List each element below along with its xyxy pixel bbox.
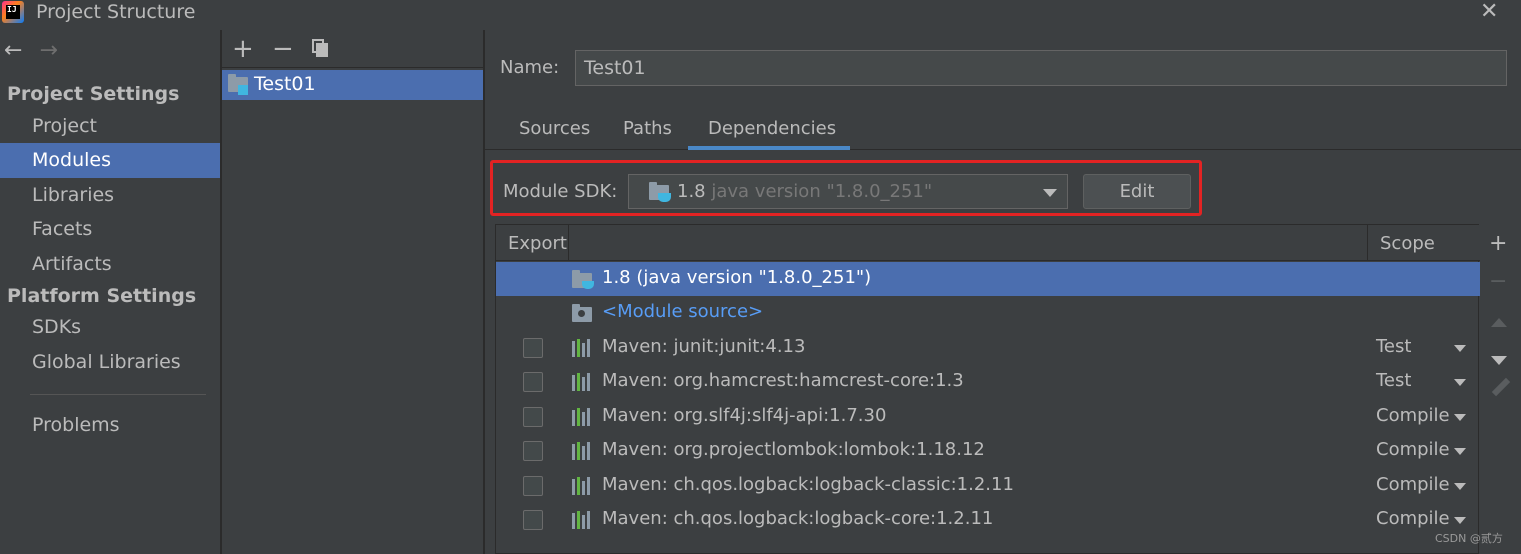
sidebar-item-project[interactable]: Project xyxy=(0,109,220,144)
table-row[interactable]: Maven: ch.qos.logback:logback-classic:1.… xyxy=(496,469,1480,503)
maven-library-icon xyxy=(572,442,592,460)
intellij-logo-icon: IJ xyxy=(2,1,24,23)
chevron-down-icon[interactable] xyxy=(1454,483,1466,490)
modules-toolbar: + − xyxy=(222,30,483,68)
sidebar-item-facets[interactable]: Facets xyxy=(0,212,220,247)
source-dot xyxy=(578,310,585,317)
sidebar-item-sdks[interactable]: SDKs xyxy=(0,310,220,345)
column-export[interactable]: Export xyxy=(508,233,567,254)
dependency-name: Maven: org.hamcrest:hamcrest-core:1.3 xyxy=(602,370,964,391)
back-arrow-icon[interactable]: ← xyxy=(4,38,22,63)
java-cup-icon xyxy=(582,281,594,289)
export-checkbox[interactable] xyxy=(523,338,543,358)
move-down-icon[interactable] xyxy=(1491,356,1507,365)
tab-sources[interactable]: Sources xyxy=(519,118,590,139)
scope-value[interactable]: Test xyxy=(1376,370,1411,391)
tab-dependencies[interactable]: Dependencies xyxy=(708,118,836,139)
dependency-name: Maven: ch.qos.logback:logback-classic:1.… xyxy=(602,474,1014,495)
project-settings-heading: Project Settings xyxy=(7,83,180,105)
watermark: CSDN @贰方 xyxy=(1435,532,1503,545)
table-row[interactable]: Maven: junit:junit:4.13 Test xyxy=(496,331,1480,365)
maven-library-icon xyxy=(572,477,592,495)
dependencies-table: Export Scope 1.8 (java version "1.8.0_25… xyxy=(495,224,1480,554)
maven-library-icon xyxy=(572,373,592,391)
table-row[interactable]: <Module source> xyxy=(496,296,1480,330)
copy-icon[interactable] xyxy=(312,39,328,57)
table-row[interactable]: Maven: org.hamcrest:hamcrest-core:1.3 Te… xyxy=(496,365,1480,399)
table-row[interactable]: Maven: org.projectlombok:lombok:1.18.12 … xyxy=(496,434,1480,468)
scope-value[interactable]: Compile xyxy=(1376,474,1450,495)
sidebar-item-artifacts[interactable]: Artifacts xyxy=(0,247,220,282)
scope-value[interactable]: Compile xyxy=(1376,439,1450,460)
nav-arrows: ← → xyxy=(4,38,70,64)
export-checkbox[interactable] xyxy=(523,372,543,392)
remove-dependency-icon[interactable]: − xyxy=(1489,270,1507,294)
table-row[interactable]: 1.8 (java version "1.8.0_251") xyxy=(496,262,1480,296)
dependency-name: Maven: junit:junit:4.13 xyxy=(602,336,806,357)
chevron-down-icon xyxy=(1043,189,1057,197)
module-editor: Name: Test01 Sources Paths Dependencies … xyxy=(485,30,1521,554)
export-checkbox[interactable] xyxy=(523,476,543,496)
sidebar-item-global-libraries[interactable]: Global Libraries xyxy=(0,345,220,380)
forward-arrow-icon[interactable]: → xyxy=(40,38,58,63)
module-sdk-dropdown[interactable]: 1.8 java version "1.8.0_251" xyxy=(628,174,1068,209)
edit-sdk-button[interactable]: Edit xyxy=(1083,174,1191,209)
sdk-name: 1.8 xyxy=(677,181,712,202)
window-title: Project Structure xyxy=(36,1,196,23)
dependency-name: Maven: org.projectlombok:lombok:1.18.12 xyxy=(602,439,985,460)
chevron-down-icon[interactable] xyxy=(1454,379,1466,386)
sdk-detail: java version "1.8.0_251" xyxy=(711,181,933,202)
module-tabs: Sources Paths Dependencies xyxy=(485,108,1521,150)
module-badge-icon xyxy=(238,85,248,95)
dependency-name: Maven: ch.qos.logback:logback-core:1.2.1… xyxy=(602,508,994,529)
module-item-test01[interactable]: Test01 xyxy=(222,70,483,100)
name-label: Name: xyxy=(500,57,560,78)
chevron-down-icon[interactable] xyxy=(1454,414,1466,421)
export-checkbox[interactable] xyxy=(523,441,543,461)
scope-value[interactable]: Compile xyxy=(1376,405,1450,426)
dependency-name: 1.8 (java version "1.8.0_251") xyxy=(602,267,872,288)
add-dependency-icon[interactable]: + xyxy=(1489,232,1507,256)
scope-value[interactable]: Compile xyxy=(1376,508,1450,529)
module-name: Test01 xyxy=(254,73,316,95)
remove-icon[interactable]: − xyxy=(272,34,294,64)
close-icon[interactable]: ✕ xyxy=(1480,0,1498,24)
table-row[interactable]: Maven: org.slf4j:slf4j-api:1.7.30 Compil… xyxy=(496,400,1480,434)
column-divider xyxy=(568,225,569,261)
chevron-down-icon[interactable] xyxy=(1454,448,1466,455)
maven-library-icon xyxy=(572,339,592,357)
sidebar: ← → Project Settings Project Modules Lib… xyxy=(0,30,220,554)
move-up-icon[interactable] xyxy=(1491,318,1507,327)
export-checkbox[interactable] xyxy=(523,407,543,427)
module-name-input[interactable]: Test01 xyxy=(575,50,1507,86)
scope-value[interactable]: Test xyxy=(1376,336,1411,357)
sidebar-item-modules[interactable]: Modules xyxy=(0,143,220,178)
platform-settings-heading: Platform Settings xyxy=(7,285,197,307)
sidebar-item-libraries[interactable]: Libraries xyxy=(0,178,220,213)
add-icon[interactable]: + xyxy=(232,34,254,64)
column-divider xyxy=(1367,225,1368,261)
table-actions: + − xyxy=(1481,224,1521,554)
export-checkbox[interactable] xyxy=(523,510,543,530)
chevron-down-icon[interactable] xyxy=(1454,345,1466,352)
table-header: Export Scope xyxy=(496,225,1480,261)
table-row[interactable]: Maven: ch.qos.logback:logback-core:1.2.1… xyxy=(496,503,1480,537)
edit-pencil-icon[interactable] xyxy=(1491,377,1511,397)
column-scope[interactable]: Scope xyxy=(1380,233,1435,254)
tab-paths[interactable]: Paths xyxy=(623,118,672,139)
chevron-down-icon[interactable] xyxy=(1454,517,1466,524)
sidebar-divider xyxy=(30,394,206,395)
dependency-name: <Module source> xyxy=(602,301,764,322)
maven-library-icon xyxy=(572,511,592,529)
modules-panel: + − Test01 xyxy=(222,30,483,554)
title-bar: IJ Project Structure ✕ xyxy=(0,0,1521,26)
java-cup-icon xyxy=(658,193,671,202)
toolbar-divider xyxy=(222,67,483,68)
sidebar-item-problems[interactable]: Problems xyxy=(0,408,220,443)
dependency-name: Maven: org.slf4j:slf4j-api:1.7.30 xyxy=(602,405,887,426)
module-sdk-label: Module SDK: xyxy=(503,181,618,202)
maven-library-icon xyxy=(572,408,592,426)
active-tab-indicator xyxy=(688,146,850,150)
